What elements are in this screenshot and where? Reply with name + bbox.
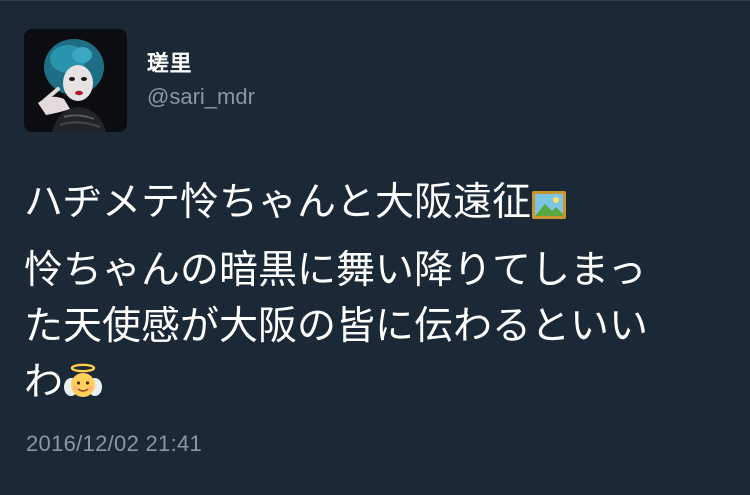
tweet-card: 瑳里 @sari_mdr ハヂメテ怜ちゃんと大阪遠征 怜ちゃんの暗黒に舞い降りて… (0, 0, 750, 495)
tweet-header: 瑳里 @sari_mdr (24, 29, 255, 133)
tweet-text-line-1: ハヂメテ怜ちゃんと大阪遠征 (24, 175, 724, 237)
avatar-image (24, 29, 127, 132)
user-handle[interactable]: @sari_mdr (147, 83, 255, 111)
author-names: 瑳里 @sari_mdr (147, 29, 255, 111)
tweet-text-line-4-text: わ (24, 360, 64, 405)
framed-picture-emoji-icon (531, 181, 567, 237)
tweet-text-line-2: 怜ちゃんの暗黒に舞い降りてしまっ (24, 248, 647, 293)
tweet-timestamp[interactable]: 2016/12/02 21:41 (26, 431, 202, 457)
tweet-text-line-3: た天使感が大阪の皆に伝わるといい (24, 304, 649, 349)
tweet-text: ハヂメテ怜ちゃんと大阪遠征 怜ちゃんの暗黒に舞い降りてしまっ た天使感が大阪の皆… (24, 175, 724, 417)
baby-angel-icon (63, 361, 103, 417)
tweet-text-line-4: わ (24, 355, 724, 417)
avatar[interactable] (24, 29, 127, 132)
tweet-text-line-1-text: ハヂメテ怜ちゃんと大阪遠征 (24, 180, 532, 225)
display-name[interactable]: 瑳里 (147, 51, 255, 79)
